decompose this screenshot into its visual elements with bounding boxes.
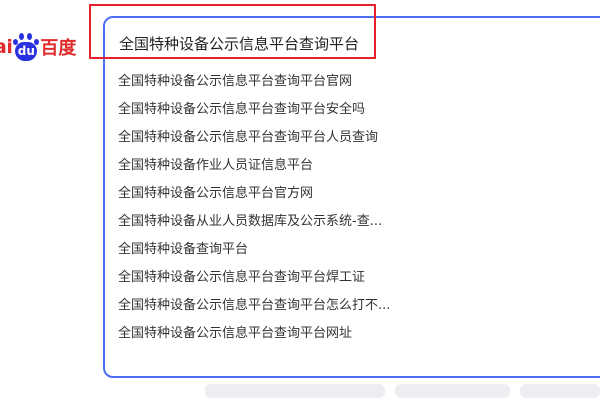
suggestion-item[interactable]: 全国特种设备公示信息平台查询平台怎么打不...	[118, 292, 578, 320]
logo-text-left: ai	[0, 36, 13, 58]
background-item	[395, 384, 510, 398]
suggestion-item[interactable]: 全国特种设备公示信息平台查询平台人员查询	[118, 124, 578, 152]
logo-paw-text: du	[17, 44, 35, 58]
suggestion-item[interactable]: 全国特种设备公示信息平台查询平台焊工证	[118, 264, 578, 292]
background-hot-items	[0, 382, 600, 400]
suggestion-item[interactable]: 全国特种设备公示信息平台查询平台网址	[118, 320, 578, 348]
suggestion-item[interactable]: 全国特种设备公示信息平台查询平台安全吗	[118, 96, 578, 124]
logo-text-right: 百度	[40, 38, 77, 59]
baidu-logo[interactable]: ai du 百度	[0, 32, 76, 62]
background-item	[205, 384, 385, 398]
suggestion-list: 全国特种设备公示信息平台查询平台官网 全国特种设备公示信息平台查询平台安全吗 全…	[118, 68, 578, 348]
suggestion-item[interactable]: 全国特种设备作业人员证信息平台	[118, 152, 578, 180]
suggestion-item[interactable]: 全国特种设备查询平台	[118, 236, 578, 264]
suggestion-item[interactable]: 全国特种设备公示信息平台官方网	[118, 180, 578, 208]
paw-icon: du	[13, 33, 40, 61]
background-item	[520, 384, 600, 398]
suggestion-item[interactable]: 全国特种设备公示信息平台查询平台官网	[118, 68, 578, 96]
search-input[interactable]: 全国特种设备公示信息平台查询平台	[119, 32, 359, 56]
suggestion-item[interactable]: 全国特种设备从业人员数据库及公示系统-查...	[118, 208, 578, 236]
